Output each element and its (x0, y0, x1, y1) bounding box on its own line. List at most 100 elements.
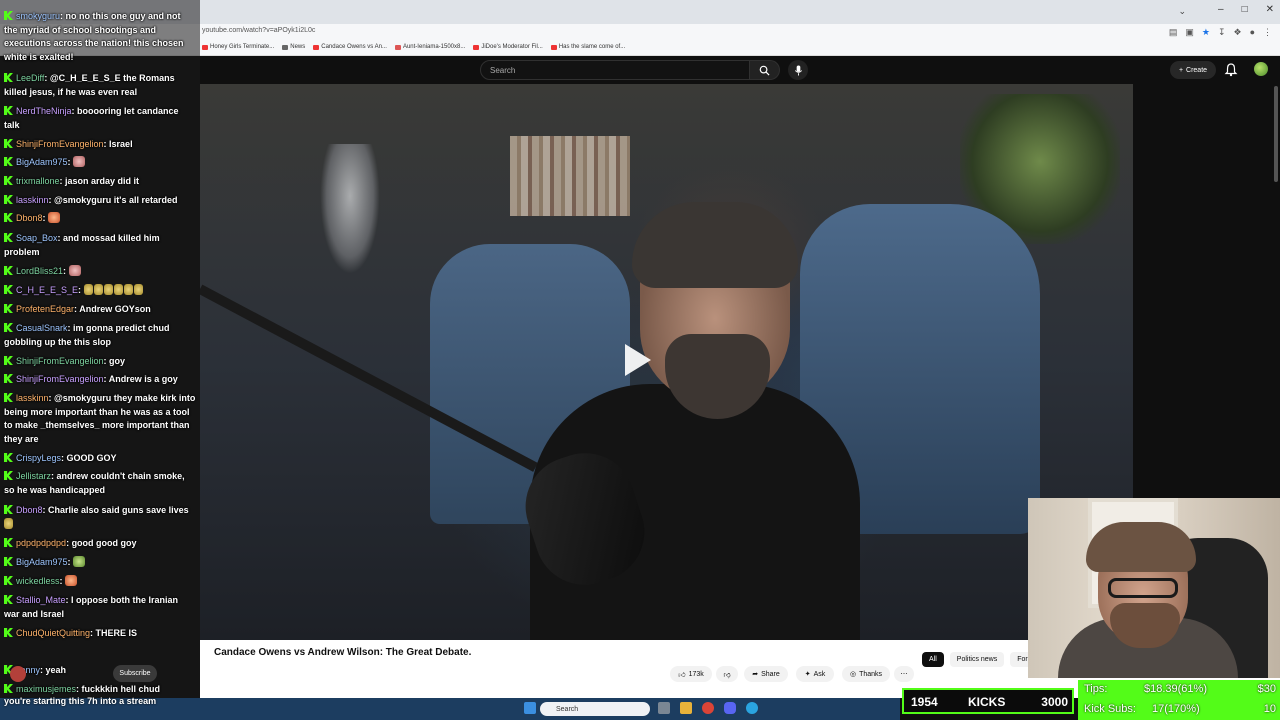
maximize-button[interactable]: □ (1242, 4, 1248, 15)
chat-message: Stallio_Mate: I oppose both the Iranian … (4, 595, 179, 619)
chrome-icon[interactable] (702, 702, 714, 714)
chat-text: Israel (109, 139, 133, 149)
thanks-button[interactable]: ◎ Thanks (842, 666, 890, 682)
chat-text: Charlie also said guns save lives (48, 505, 189, 515)
bookmark-item[interactable]: Has the slame come of... (550, 44, 625, 50)
chat-username[interactable]: ProfetenEdgar (16, 304, 74, 314)
chat-emote-icon (73, 556, 86, 567)
chat-message: smokyguru: no no this one guy and not th… (4, 11, 184, 62)
dislike-button[interactable]: 👎︎ (716, 666, 738, 682)
tips-goal: $30 (1257, 683, 1276, 695)
chat-username[interactable]: wickedless (16, 576, 60, 586)
discord-icon[interactable] (724, 702, 736, 714)
chat-username[interactable]: CrispyLegs (16, 453, 61, 463)
chat-username[interactable]: BigAdam975 (16, 557, 68, 567)
chat-emote-icon (73, 156, 86, 167)
chat-username[interactable]: LeeDiff (16, 73, 44, 83)
like-button[interactable]: 👍︎ 173k (670, 666, 712, 682)
chip-politics-news[interactable]: Politics news (949, 652, 1005, 667)
chat-message: lasskinn: @smokyguru they make kirk into… (4, 393, 196, 444)
page-scrollbar[interactable] (1274, 86, 1278, 182)
chat-username[interactable]: ShinjiFromEvangelion (16, 374, 104, 384)
chat-username[interactable]: Soap_Box (16, 233, 58, 243)
share-button[interactable]: ➦ Share (744, 666, 788, 682)
chat-username[interactable]: ChudQuietQuitting (16, 628, 90, 638)
search-button[interactable] (750, 60, 780, 80)
chat-username[interactable]: lasskinn (16, 195, 49, 205)
taskbar-search-input[interactable]: Search (540, 702, 650, 716)
kick-badge-icon (4, 304, 13, 313)
chat-emote-icon (48, 212, 61, 223)
bookmark-item[interactable]: Honey Girls Terminate... (202, 44, 274, 50)
chat-username[interactable]: Dbon8 (16, 213, 43, 223)
chat-username[interactable]: pdpdpdpdpd (16, 538, 66, 548)
menu-icon[interactable]: ⋮ (1263, 27, 1272, 38)
chat-message: wickedless: (4, 575, 196, 589)
kick-badge-icon (4, 157, 13, 166)
bookmark-star-icon[interactable]: ★ (1202, 27, 1210, 38)
chat-username[interactable]: ShinjiFromEvangelion (16, 356, 104, 366)
chip-all[interactable]: All (922, 652, 944, 667)
subscribe-button[interactable]: Subscribe (113, 665, 157, 682)
chat-username[interactable]: maximusjemes (16, 684, 76, 694)
chat-message: trixmallone: jason arday did it (4, 175, 196, 189)
chat-username[interactable]: trixmallone (16, 176, 60, 186)
kick-badge-icon (4, 323, 13, 332)
bookmark-item[interactable]: Aunt-Ieniama-1500x8... (394, 44, 465, 50)
chat-text: GOOD GOY (66, 453, 117, 463)
ask-button[interactable]: ✦ Ask (796, 666, 834, 682)
app-icon[interactable] (746, 702, 758, 714)
cast-icon[interactable]: ▤ (1169, 27, 1178, 38)
kick-badge-icon (4, 374, 13, 383)
bookmark-item[interactable]: News (282, 44, 305, 50)
start-icon[interactable] (524, 702, 536, 714)
chat-username[interactable]: C_H_E_E_S_E (16, 285, 78, 295)
puzzle-icon[interactable]: ❖ (1233, 27, 1241, 38)
kick-badge-icon (4, 453, 13, 462)
kicks-label: KICKS (968, 695, 1006, 709)
more-actions-button[interactable]: ⋯ (894, 666, 914, 682)
kick-badge-icon (4, 213, 13, 222)
chat-username[interactable]: LordBliss21 (16, 266, 63, 276)
chat-emote-icon (133, 284, 143, 295)
chat-message: LordBliss21: (4, 265, 196, 279)
voice-search-button[interactable] (788, 60, 808, 80)
chat-username[interactable]: Stallio_Mate (16, 595, 66, 605)
create-button[interactable]: + Create (1170, 61, 1216, 79)
thumbs-down-icon: 👎︎ (723, 671, 731, 679)
chat-username[interactable]: Dbon8 (16, 505, 43, 515)
bookmark-item[interactable]: Candace Owens vs An... (313, 44, 387, 50)
chat-username[interactable]: BigAdam975 (16, 157, 68, 167)
extension-icon[interactable]: ▣ (1185, 27, 1194, 38)
chat-username[interactable]: ShinjiFromEvangelion (16, 139, 104, 149)
channel-avatar[interactable] (10, 666, 26, 682)
streamer-webcam (1028, 498, 1280, 678)
account-avatar[interactable] (1254, 62, 1268, 76)
chat-username[interactable]: lasskinn (16, 393, 49, 403)
chat-message: LeeDiff: @C_H_E_E_S_E the Romans killed … (4, 73, 175, 97)
bookmark-item[interactable]: JiDoe's Moderator Fil... (473, 44, 543, 50)
tab-list-icon[interactable]: ⌄ (1178, 6, 1186, 17)
chat-username[interactable]: CasualSnark (16, 323, 68, 333)
more-icon: ⋯ (900, 671, 908, 678)
chat-text: @smokyguru it's all retarded (54, 195, 178, 205)
url-text[interactable]: youtube.com/watch?v=aPOyk1i2L0c (202, 27, 315, 34)
chat-username[interactable]: NerdTheNinja (16, 106, 72, 116)
play-icon[interactable] (625, 344, 651, 376)
task-view-icon[interactable] (658, 702, 670, 714)
file-explorer-icon[interactable] (680, 702, 692, 714)
notifications-bell-icon[interactable] (1224, 63, 1238, 77)
profile-icon[interactable]: ● (1250, 27, 1255, 38)
chat-emote-icon (83, 284, 93, 295)
close-window-button[interactable]: ✕ (1266, 4, 1274, 15)
chat-username[interactable]: Jellistarz (16, 471, 51, 481)
chat-username[interactable]: smokyguru (16, 11, 60, 21)
microphone-icon (794, 64, 802, 76)
chat-message: BigAdam975: (4, 156, 196, 170)
video-player[interactable] (200, 84, 1133, 640)
download-icon[interactable]: ↧ (1218, 27, 1226, 38)
minimize-button[interactable]: – (1218, 4, 1224, 15)
kick-badge-icon (4, 266, 13, 275)
video-bookshelf (510, 136, 630, 216)
search-input[interactable]: Search (480, 60, 750, 80)
